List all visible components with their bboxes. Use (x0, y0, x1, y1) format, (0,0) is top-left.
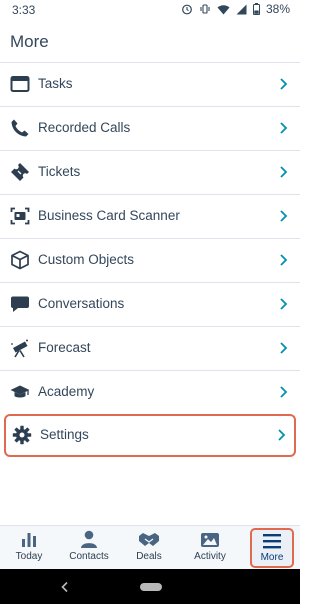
bar-chart-icon (22, 533, 36, 547)
ticket-icon (11, 163, 29, 181)
status-bar: 3:33 38% (0, 0, 300, 20)
activity-image-icon (201, 533, 219, 547)
menu-item-label: Custom Objects (38, 252, 135, 267)
handshake-icon (139, 533, 159, 546)
menu-item-business-card-scanner[interactable]: Business Card Scanner (0, 194, 300, 238)
chevron-right-icon (280, 78, 288, 90)
menu-item-academy[interactable]: Academy (0, 370, 300, 414)
chevron-right-icon (280, 210, 288, 222)
alarm-icon (182, 4, 192, 15)
nav-tab-more[interactable]: More (250, 528, 294, 568)
battery-percent: 38% (265, 2, 290, 16)
vibrate-icon (200, 4, 210, 14)
phone-icon (11, 119, 29, 137)
gear-icon (12, 425, 32, 445)
battery-icon (252, 3, 260, 15)
menu-item-label: Academy (38, 384, 95, 399)
more-menu-list: Tasks Recorded Calls Tickets Business Ca… (0, 62, 300, 457)
nav-label: More (260, 552, 284, 563)
chevron-right-icon (280, 166, 288, 178)
menu-item-label: Business Card Scanner (38, 208, 180, 223)
chevron-right-icon (278, 429, 286, 441)
graduation-cap-icon (10, 385, 30, 398)
menu-item-label: Recorded Calls (38, 120, 131, 135)
tasks-icon (10, 76, 30, 92)
home-pill[interactable] (140, 583, 162, 591)
menu-item-conversations[interactable]: Conversations (0, 282, 300, 326)
cube-icon (11, 250, 29, 270)
person-icon (81, 530, 97, 548)
menu-item-label: Tickets (38, 164, 81, 179)
menu-item-tasks[interactable]: Tasks (0, 62, 300, 106)
status-time: 3:33 (12, 3, 36, 17)
menu-item-forecast[interactable]: Forecast (0, 326, 300, 370)
nav-label: Today (15, 551, 43, 562)
bottom-nav: Today Contacts Deals Activity More (0, 525, 300, 570)
menu-item-label: Forecast (38, 340, 91, 355)
nav-tab-deals[interactable]: Deals (121, 526, 177, 570)
telescope-icon (11, 339, 28, 358)
nav-label: Deals (136, 551, 162, 562)
menu-item-label: Conversations (38, 296, 125, 311)
signal-icon (236, 4, 247, 14)
back-icon[interactable] (60, 581, 70, 593)
chevron-right-icon (280, 342, 288, 354)
hamburger-icon (263, 534, 281, 549)
menu-item-tickets[interactable]: Tickets (0, 150, 300, 194)
scanner-icon (10, 207, 30, 225)
menu-item-recorded-calls[interactable]: Recorded Calls (0, 106, 300, 150)
nav-tab-contacts[interactable]: Contacts (61, 526, 117, 570)
nav-tab-today[interactable]: Today (1, 526, 57, 570)
page-title: More (10, 32, 49, 51)
status-icons: 38% (181, 2, 290, 16)
nav-label: Contacts (69, 551, 109, 562)
nav-label: Activity (194, 551, 226, 562)
chevron-right-icon (280, 386, 288, 398)
system-nav-bar (0, 569, 300, 604)
menu-item-label: Settings (40, 427, 89, 442)
header: More (0, 20, 300, 64)
wifi-icon (217, 4, 230, 14)
menu-item-custom-objects[interactable]: Custom Objects (0, 238, 300, 282)
menu-item-label: Tasks (38, 76, 73, 91)
chevron-right-icon (280, 254, 288, 266)
chevron-right-icon (280, 122, 288, 134)
nav-tab-activity[interactable]: Activity (182, 526, 238, 570)
menu-item-settings[interactable]: Settings (4, 414, 296, 457)
chevron-right-icon (280, 298, 288, 310)
chat-bubble-icon (11, 296, 29, 312)
